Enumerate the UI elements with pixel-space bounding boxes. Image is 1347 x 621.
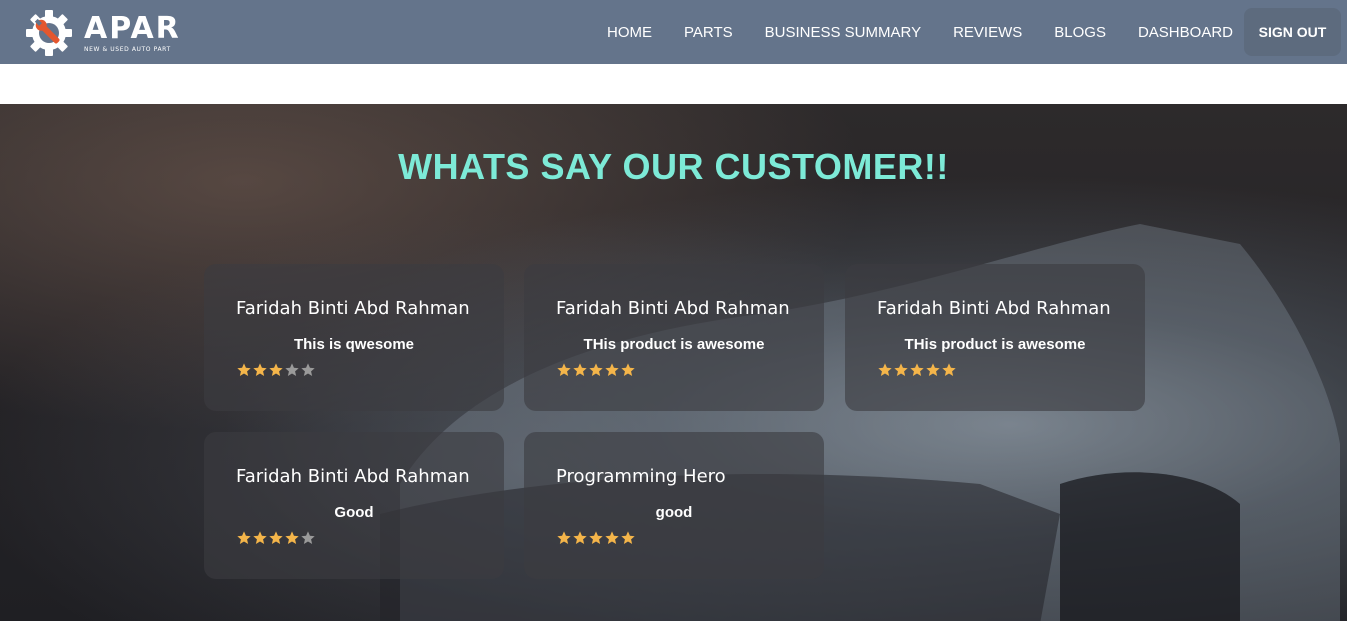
star-filled-icon bbox=[237, 363, 251, 376]
star-filled-icon bbox=[910, 363, 924, 376]
star-filled-icon bbox=[573, 363, 587, 376]
star-rating bbox=[236, 362, 316, 378]
nav-home[interactable]: HOME bbox=[607, 24, 652, 41]
brand-name: APAR bbox=[84, 10, 181, 46]
star-filled-icon bbox=[589, 531, 603, 544]
review-comment: This is qwesome bbox=[293, 336, 415, 353]
star-filled-icon bbox=[942, 363, 956, 376]
review-comment: good bbox=[655, 504, 693, 521]
star-filled-icon bbox=[878, 363, 892, 376]
star-empty-icon bbox=[285, 363, 299, 376]
reviews-title: WHATS SAY OUR CUSTOMER!! bbox=[398, 146, 949, 187]
reviewer-name: Faridah Binti Abd Rahman bbox=[236, 298, 470, 319]
star-rating bbox=[236, 530, 316, 546]
star-filled-icon bbox=[253, 363, 267, 376]
review-card: Programming Hero good bbox=[524, 432, 824, 579]
nav-business-summary[interactable]: BUSINESS SUMMARY bbox=[765, 24, 921, 41]
star-rating bbox=[556, 530, 636, 546]
nav-parts[interactable]: PARTS bbox=[684, 24, 733, 41]
reviewer-name: Faridah Binti Abd Rahman bbox=[556, 298, 790, 319]
reviewer-name: Faridah Binti Abd Rahman bbox=[877, 298, 1111, 319]
review-card: Faridah Binti Abd Rahman THis product is… bbox=[845, 264, 1145, 411]
star-rating bbox=[556, 362, 636, 378]
star-filled-icon bbox=[285, 531, 299, 544]
star-filled-icon bbox=[269, 531, 283, 544]
review-card: Faridah Binti Abd Rahman THis product is… bbox=[524, 264, 824, 411]
star-filled-icon bbox=[605, 363, 619, 376]
review-card: Faridah Binti Abd Rahman This is qwesome bbox=[204, 264, 504, 411]
nav-dashboard[interactable]: DASHBOARD bbox=[1138, 24, 1233, 41]
star-filled-icon bbox=[621, 363, 635, 376]
star-filled-icon bbox=[605, 531, 619, 544]
star-filled-icon bbox=[589, 363, 603, 376]
review-comment: Good bbox=[334, 504, 374, 521]
reviewer-name: Faridah Binti Abd Rahman bbox=[236, 466, 470, 487]
nav-links: HOME PARTS BUSINESS SUMMARY REVIEWS BLOG… bbox=[575, 0, 1233, 64]
star-filled-icon bbox=[253, 531, 267, 544]
star-empty-icon bbox=[301, 531, 315, 544]
star-filled-icon bbox=[926, 363, 940, 376]
star-empty-icon bbox=[301, 363, 315, 376]
navbar: APAR NEW & USED AUTO PART HOME PARTS BUS… bbox=[0, 0, 1347, 64]
nav-blogs[interactable]: BLOGS bbox=[1054, 24, 1106, 41]
spacer bbox=[0, 64, 1347, 104]
star-filled-icon bbox=[237, 531, 251, 544]
review-card: Faridah Binti Abd Rahman Good bbox=[204, 432, 504, 579]
star-filled-icon bbox=[573, 531, 587, 544]
star-filled-icon bbox=[269, 363, 283, 376]
star-filled-icon bbox=[894, 363, 908, 376]
reviewer-name: Programming Hero bbox=[556, 466, 726, 487]
reviews-section: WHATS SAY OUR CUSTOMER!! Faridah Binti A… bbox=[0, 104, 1347, 621]
review-comment: THis product is awesome bbox=[904, 336, 1086, 353]
star-filled-icon bbox=[557, 531, 571, 544]
review-comment: THis product is awesome bbox=[583, 336, 765, 353]
brand-tagline: NEW & USED AUTO PART bbox=[84, 45, 171, 53]
star-rating bbox=[877, 362, 957, 378]
brand-logo[interactable]: APAR NEW & USED AUTO PART bbox=[24, 9, 181, 57]
gear-wrench-icon bbox=[26, 10, 72, 56]
nav-reviews[interactable]: REVIEWS bbox=[953, 24, 1022, 41]
star-filled-icon bbox=[557, 363, 571, 376]
star-filled-icon bbox=[621, 531, 635, 544]
sign-out-button[interactable]: SIGN OUT bbox=[1244, 8, 1341, 56]
